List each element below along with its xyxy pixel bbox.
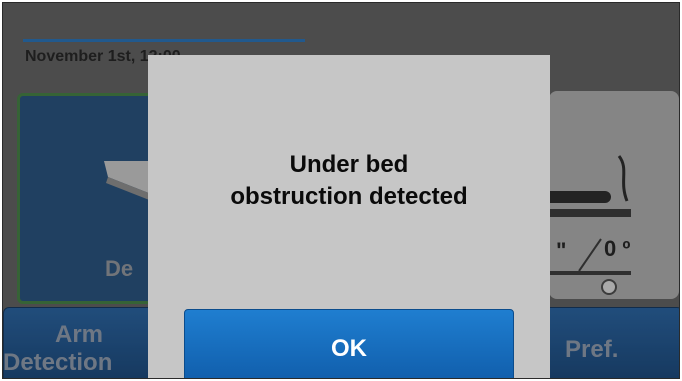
alert-message-line2: obstruction detected	[230, 183, 468, 210]
alert-message-line1: Under bed	[289, 151, 409, 178]
ok-button[interactable]: OK	[184, 309, 514, 378]
obstruction-alert-dialog: Under bed obstruction detected OK	[148, 55, 550, 378]
alert-message: Under bed obstruction detected	[148, 149, 550, 213]
bed-control-screen: November 1st, 12:00 De " 0 º Arm Detecti…	[2, 2, 680, 379]
